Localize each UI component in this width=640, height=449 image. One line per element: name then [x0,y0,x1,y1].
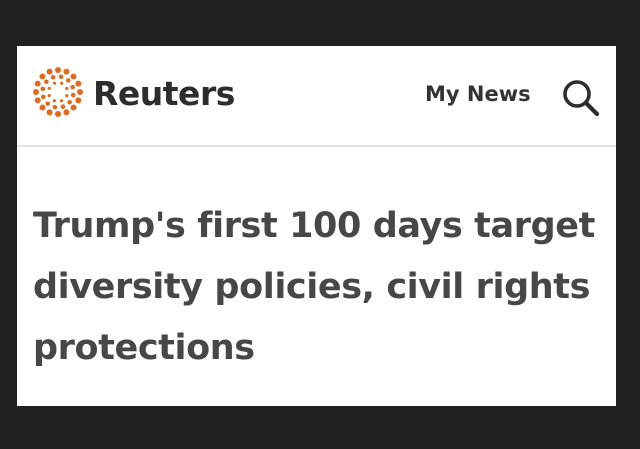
logo-dot [75,97,82,104]
logo-dot [39,73,46,80]
logo-dot [70,73,77,80]
article-card: Reuters My News Trump's first 100 days t… [17,46,616,406]
logo-dot [67,99,72,105]
logo-dot [63,109,70,116]
logo-dot [55,67,61,73]
reuters-logo-icon[interactable] [32,66,84,118]
logo-dot [33,89,39,95]
logo-dot [44,79,49,85]
logo-dot [52,104,58,110]
logo-dot [75,80,82,87]
logo-dot [77,89,83,95]
logo-dot [47,93,51,98]
logo-dot [34,80,41,87]
logo-dot [46,68,53,75]
logo-dot [52,81,57,85]
logo-dot [65,78,71,83]
brand-name[interactable]: Reuters [93,74,235,114]
logo-dot [60,104,66,109]
logo-dot [34,97,41,104]
logo-dot [41,94,46,100]
logo-dot [58,74,64,80]
logo-dot [39,104,46,111]
logo-dot [65,94,69,98]
logo-dot [52,99,56,103]
logo-dot [70,92,76,98]
logo-dot [60,81,64,85]
logo-dot [50,75,56,80]
logo-dot [40,86,46,92]
my-news-link[interactable]: My News [425,81,531,107]
site-header: Reuters My News [17,46,616,147]
logo-dot [47,86,51,90]
logo-dot [55,111,61,117]
logo-dot [70,104,77,111]
logo-dot [63,68,70,75]
logo-dot [59,99,64,103]
logo-dot [46,109,53,116]
article-headline[interactable]: Trump's first 100 days target diversity … [33,196,603,379]
logo-dot [45,101,51,106]
logo-dot [65,86,69,91]
logo-dot [70,84,75,90]
search-icon[interactable] [559,76,603,120]
